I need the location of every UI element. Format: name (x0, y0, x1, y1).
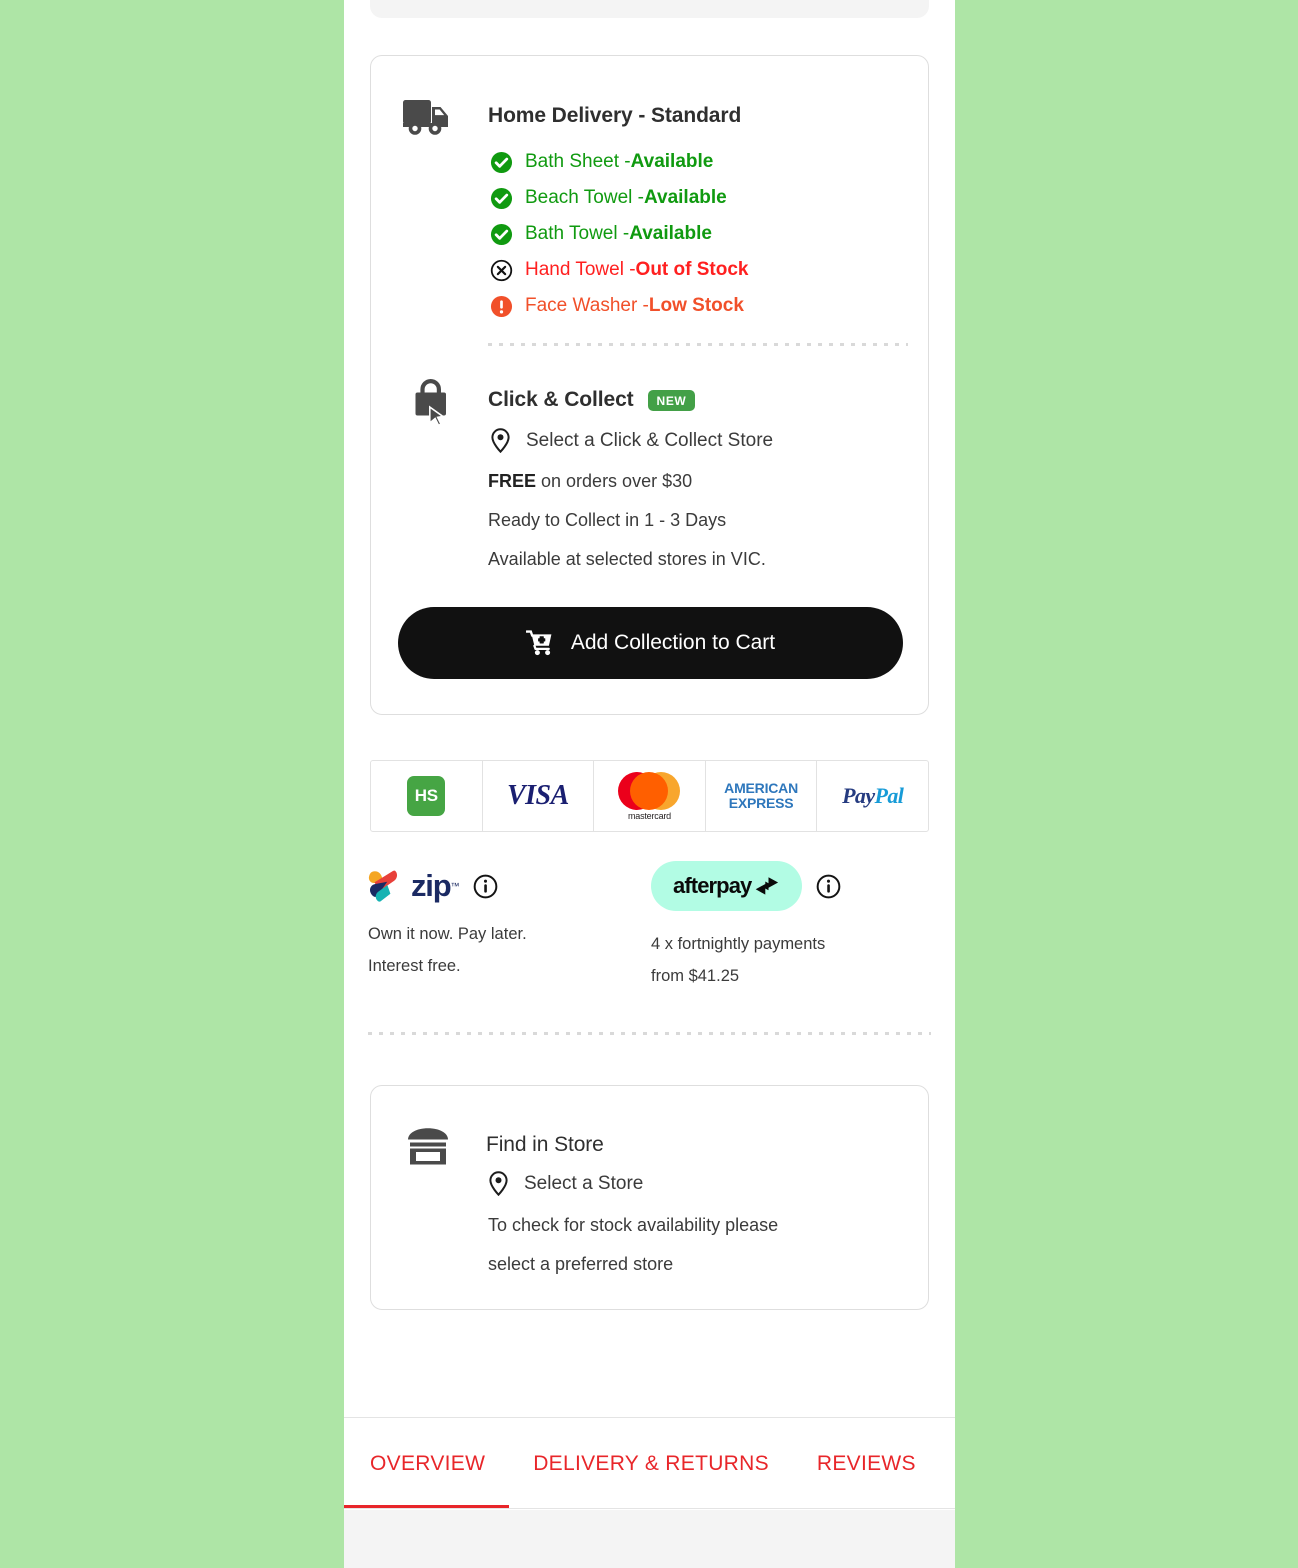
select-click-collect-store-label: Select a Click & Collect Store (526, 429, 774, 451)
clipped-top-block (370, 0, 929, 18)
tab-delivery-returns[interactable]: DELIVERY & RETURNS (509, 1418, 793, 1508)
click-collect-header: Click & Collect NEW (488, 388, 696, 412)
hs-logo: HS (407, 776, 446, 816)
dotted-divider (368, 1032, 931, 1035)
stock-row: Face Washer - Low Stock (490, 288, 749, 324)
tab-delivery-returns-label: DELIVERY & RETURNS (533, 1452, 769, 1475)
add-collection-to-cart-button[interactable]: Add Collection to Cart (398, 607, 903, 679)
zip-line2: Interest free. (368, 957, 461, 975)
add-collection-to-cart-label: Add Collection to Cart (570, 631, 776, 654)
paypal-part2: Pal (874, 783, 904, 808)
zip-glyph-icon (368, 870, 398, 902)
mastercard-circles-icon (618, 771, 681, 810)
click-collect-title: Click & Collect (488, 388, 634, 411)
tab-overview-label: OVERVIEW (370, 1452, 486, 1475)
x-circle-icon (490, 259, 513, 281)
product-info-tabs: OVERVIEW DELIVERY & RETURNS REVIEWS (344, 1417, 955, 1509)
zip-logo: zip ™ (368, 868, 459, 904)
mastercard-wordmark: mastercard (627, 810, 671, 821)
afterpay-logo: afterpay (651, 861, 803, 911)
shopping-bag-cursor-icon (413, 378, 455, 435)
select-a-store-link[interactable]: Select a Store (489, 1171, 643, 1196)
stock-row: Hand Towel - Out of Stock (490, 252, 749, 288)
stock-row: Bath Towel - Available (490, 216, 749, 252)
info-icon[interactable] (816, 874, 841, 899)
home-delivery-card: Home Delivery - Standard Bath Sheet - Av… (370, 55, 929, 715)
stock-item-name: Bath Sheet - (525, 151, 631, 172)
zip-description: Own it now. Pay later. Interest free. (368, 918, 638, 982)
payment-method-mastercard: mastercard (594, 761, 706, 831)
amex-line1: AMERICAN (724, 779, 798, 796)
click-collect-free-line: FREE on orders over $30 (488, 471, 692, 492)
click-collect-ready-line: Ready to Collect in 1 - 3 Days (488, 510, 727, 530)
find-in-store-card: Find in Store Select a Store To check fo… (370, 1085, 929, 1310)
zip-line1: Own it now. Pay later. (368, 925, 527, 943)
afterpay-arrows-icon (756, 877, 779, 895)
stock-item-status: Low Stock (648, 295, 744, 316)
afterpay-wordmark: afterpay (673, 873, 752, 898)
stock-item-status: Out of Stock (635, 259, 749, 280)
payment-method-amex: AMERICAN EXPRESS (706, 761, 818, 831)
zip-trademark: ™ (450, 881, 460, 891)
check-circle-icon (490, 151, 513, 173)
mastercard-logo: mastercard (618, 771, 681, 821)
tab-reviews[interactable]: REVIEWS (793, 1418, 940, 1508)
tab-reviews-label: REVIEWS (816, 1452, 916, 1475)
amex-logo: AMERICAN EXPRESS (724, 779, 798, 811)
cart-plus-icon (525, 630, 552, 656)
location-pin-icon (491, 428, 510, 453)
afterpay-header: afterpay (651, 861, 921, 911)
tab-overview[interactable]: OVERVIEW (344, 1418, 510, 1508)
find-in-store-line1: To check for stock availability please (488, 1215, 779, 1235)
find-in-store-line2: select a preferred store (488, 1254, 674, 1274)
payment-method-paypal: PayPal (817, 761, 928, 831)
new-badge: NEW (647, 389, 696, 411)
storefront-icon (404, 1126, 452, 1173)
stock-item-name: Face Washer - (525, 295, 649, 316)
location-pin-icon (489, 1171, 508, 1196)
payment-methods-strip: HS VISA mastercard AMERICAN EXPRESS PayP… (370, 760, 929, 832)
stock-item-status: Available (644, 187, 727, 208)
stock-item-name: Bath Towel - (525, 223, 630, 244)
zip-header: zip ™ (368, 862, 638, 910)
paypal-part1: Pay (842, 783, 875, 808)
stock-row: Bath Sheet - Available (490, 144, 749, 180)
select-a-store-label: Select a Store (524, 1172, 644, 1194)
delivery-title: Home Delivery - Standard (488, 104, 742, 127)
payment-method-visa: VISA (483, 761, 595, 831)
info-icon[interactable] (473, 874, 498, 899)
find-in-store-title: Find in Store (486, 1133, 604, 1156)
afterpay-line1: 4 x fortnightly payments (651, 935, 826, 953)
exclamation-circle-icon (490, 295, 513, 317)
stock-item-name: Beach Towel - (525, 187, 644, 208)
stock-row: Beach Towel - Available (490, 180, 749, 216)
truck-icon (402, 96, 454, 143)
free-label: FREE (488, 471, 537, 491)
stock-item-name: Hand Towel - (525, 259, 636, 280)
afterpay-description: 4 x fortnightly payments from $41.25 (651, 928, 921, 992)
afterpay-line2: from $41.25 (651, 967, 740, 985)
zip-block: zip ™ Own it now. Pay later. Interest fr… (368, 862, 638, 982)
stock-item-status: Available (629, 223, 712, 244)
tab-content-panel (344, 1510, 955, 1568)
paypal-logo: PayPal (842, 783, 904, 809)
free-condition: on orders over $30 (536, 471, 693, 491)
click-collect-availability-line: Available at selected stores in VIC. (488, 549, 766, 569)
payment-method-hs: HS (371, 761, 483, 831)
dotted-divider (488, 343, 908, 346)
check-circle-icon (490, 187, 513, 209)
stock-availability-list: Bath Sheet - Available Beach Towel - Ava… (490, 144, 749, 324)
page-root: Home Delivery - Standard Bath Sheet - Av… (0, 0, 1298, 1568)
product-detail-panel: Home Delivery - Standard Bath Sheet - Av… (344, 0, 955, 1568)
zip-wordmark: zip (411, 868, 452, 903)
stock-item-status: Available (630, 151, 714, 172)
afterpay-block: afterpay 4 x fortnightly payments from $… (651, 861, 921, 992)
select-click-collect-store-link[interactable]: Select a Click & Collect Store (491, 428, 773, 453)
amex-line2: EXPRESS (728, 795, 794, 811)
check-circle-icon (490, 223, 513, 245)
visa-logo: VISA (506, 780, 569, 811)
